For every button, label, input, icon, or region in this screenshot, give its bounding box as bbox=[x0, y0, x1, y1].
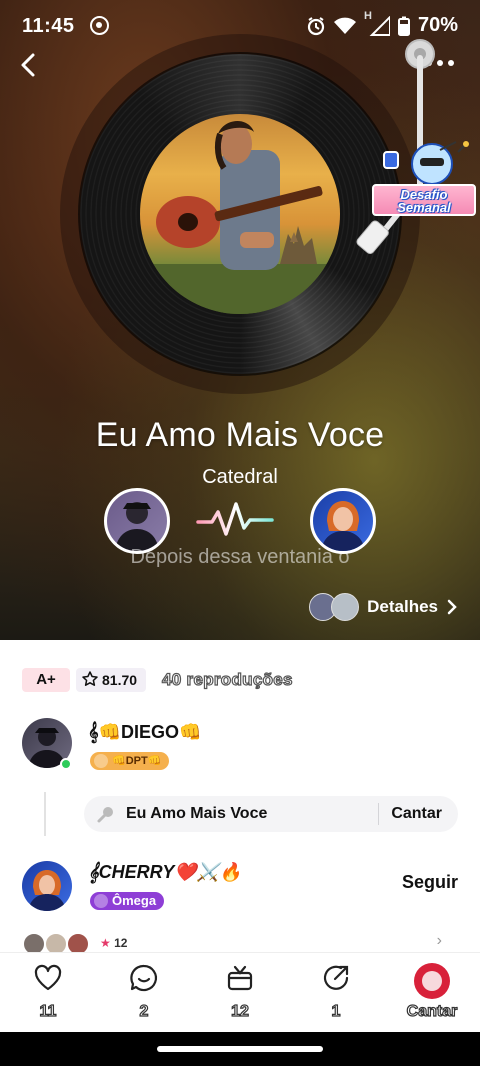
plays-count: 40 reproduções bbox=[161, 669, 293, 689]
action-bar: 11 2 12 1 Cantar bbox=[0, 952, 480, 1032]
user-name[interactable]: 𝄞👊DIEGO👊 bbox=[88, 722, 201, 743]
singer-avatar-right[interactable] bbox=[310, 488, 376, 554]
comment-count-value: 12 bbox=[114, 936, 128, 950]
avatar-image bbox=[115, 502, 159, 551]
chevron-left-icon bbox=[21, 53, 35, 77]
sing-icon bbox=[414, 963, 450, 999]
tag-icon bbox=[94, 894, 108, 908]
user-row-singer[interactable]: 𝄞👊DIEGO👊 👊DPT👊 bbox=[22, 718, 462, 778]
thread-line bbox=[44, 792, 46, 836]
user-tag: Ômega bbox=[90, 892, 165, 910]
back-button[interactable] bbox=[14, 50, 44, 80]
comments-row[interactable]: ★ 12 › bbox=[22, 932, 462, 956]
network-type-icon: H bbox=[364, 10, 390, 36]
details-link[interactable]: Detalhes bbox=[309, 592, 458, 622]
grade-badge: A+ bbox=[22, 668, 70, 692]
gift-icon bbox=[227, 965, 253, 991]
user-name[interactable]: 𝄞CHERRY❤️⚔️🔥 bbox=[88, 862, 242, 883]
chevron-right-icon: › bbox=[436, 932, 442, 949]
album-cover bbox=[140, 114, 340, 314]
gift-button[interactable]: 12 bbox=[192, 953, 288, 1033]
chevron-right-icon bbox=[447, 599, 457, 615]
sing-label: Cantar bbox=[406, 1002, 458, 1020]
online-status-dot bbox=[60, 758, 72, 770]
like-button[interactable]: 11 bbox=[0, 953, 96, 1033]
comment-count: 2 bbox=[139, 1002, 149, 1020]
alarm-icon bbox=[306, 16, 326, 36]
details-label: Detalhes bbox=[367, 597, 438, 616]
song-title: Eu Amo Mais Voce bbox=[95, 416, 385, 454]
screen-record-icon bbox=[90, 16, 109, 35]
artist-name: Catedral bbox=[202, 466, 278, 488]
commenter-avatars bbox=[22, 932, 94, 956]
share-button[interactable]: 1 bbox=[288, 953, 384, 1033]
score-badge: 81.70 bbox=[76, 668, 146, 692]
star-icon bbox=[82, 671, 98, 686]
tag-icon bbox=[94, 754, 108, 768]
user-tag-label: 👊DPT👊 bbox=[112, 755, 162, 767]
duet-wave-icon bbox=[196, 500, 274, 540]
battery-icon bbox=[397, 16, 410, 36]
info-panel: A+ 81.70 40 reproduções 𝄞👊DIEGO👊 👊DPT👊 E… bbox=[0, 640, 480, 956]
share-icon bbox=[323, 965, 349, 990]
details-avatars bbox=[309, 593, 360, 621]
like-count: 11 bbox=[39, 1002, 57, 1020]
song-chip[interactable]: Eu Amo Mais Voce Cantar bbox=[84, 796, 458, 832]
share-count: 1 bbox=[331, 1002, 341, 1020]
sing-button[interactable]: Cantar bbox=[379, 805, 458, 823]
wifi-icon bbox=[333, 17, 356, 35]
current-lyric: Depois dessa ventania o bbox=[130, 546, 350, 568]
chip-song-title: Eu Amo Mais Voce bbox=[126, 805, 268, 822]
follow-button[interactable]: Seguir bbox=[402, 872, 458, 893]
user-tag-label: Ômega bbox=[112, 893, 157, 908]
avatar-image bbox=[321, 501, 365, 551]
network-letter: H bbox=[363, 9, 372, 22]
singer-avatar-left[interactable] bbox=[104, 488, 170, 554]
comment-button[interactable]: 2 bbox=[96, 953, 192, 1033]
battery-percent: 70% bbox=[417, 14, 458, 36]
gift-count: 12 bbox=[230, 1002, 249, 1020]
challenge-label: Desafio Semanal bbox=[372, 184, 476, 216]
weekly-challenge-badge[interactable]: Desafio Semanal bbox=[372, 140, 478, 220]
system-navigation-bar bbox=[0, 1032, 480, 1066]
status-time: 11:45 bbox=[22, 15, 75, 37]
challenge-mascot-icon bbox=[383, 141, 469, 185]
heart-icon bbox=[34, 964, 62, 991]
star-icon: ★ bbox=[100, 936, 111, 950]
user-tag: 👊DPT👊 bbox=[90, 752, 170, 770]
comment-count: ★ 12 bbox=[100, 936, 127, 950]
comment-icon bbox=[130, 964, 158, 992]
player-hero: 11:45 H 70% Desafio Semanal Eu Amo Mais … bbox=[0, 0, 480, 640]
home-indicator[interactable] bbox=[157, 1046, 323, 1052]
status-icons: H 70% bbox=[306, 10, 458, 37]
sing-action-button[interactable]: Cantar bbox=[384, 953, 480, 1033]
microphone-icon bbox=[97, 807, 113, 823]
score-value: 81.70 bbox=[102, 672, 138, 688]
user-row-duet-partner[interactable]: 𝄞CHERRY❤️⚔️🔥 Ômega Seguir bbox=[22, 858, 462, 918]
avatar[interactable] bbox=[22, 861, 72, 911]
guitarist-illustration bbox=[140, 120, 340, 314]
